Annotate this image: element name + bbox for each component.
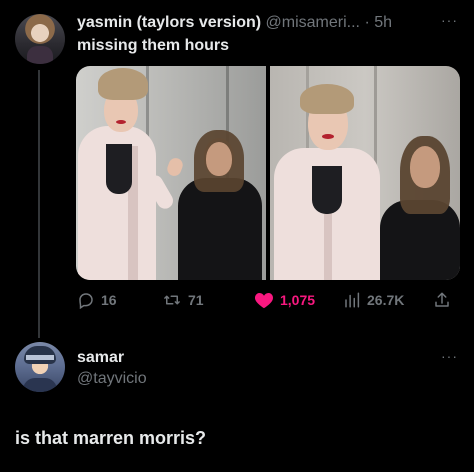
tweet-media[interactable]	[76, 66, 460, 280]
header-separator: ·	[364, 14, 370, 31]
reply-icon	[79, 293, 93, 309]
reply-author-display-name[interactable]: samar	[77, 348, 124, 368]
heart-icon	[254, 293, 274, 309]
retweet-button[interactable]: 71	[162, 290, 204, 310]
thread-connector-line	[38, 70, 40, 338]
views-count: 26.7K	[367, 292, 405, 308]
reply-button[interactable]: 16	[77, 290, 117, 310]
tweet-photo-1[interactable]	[76, 66, 266, 280]
like-count: 1,075	[280, 292, 316, 308]
views-icon	[345, 292, 360, 308]
reply-more-options-icon[interactable]: ···	[441, 348, 458, 364]
reply-text: is that marren morris?	[15, 428, 207, 448]
author-handle[interactable]: @misameri...	[266, 14, 360, 31]
more-options-icon[interactable]: ···	[441, 12, 458, 28]
like-button[interactable]: 1,075	[254, 290, 315, 310]
views-button[interactable]: 26.7K	[343, 290, 404, 310]
author-display-name[interactable]: yasmin (taylors version)	[77, 14, 261, 31]
author-avatar[interactable]	[15, 14, 65, 64]
reply-author-handle[interactable]: @tayvicio	[77, 369, 147, 389]
share-button[interactable]	[433, 290, 451, 310]
reply-count: 16	[101, 292, 117, 308]
reply-author-avatar[interactable]	[15, 342, 65, 392]
tweet-text: missing them hours	[77, 37, 230, 54]
retweet-icon	[164, 295, 180, 305]
share-icon	[435, 292, 449, 307]
tweet-header: yasmin (taylors version) @misameri... · …	[77, 13, 392, 33]
tweet-photo-2[interactable]	[270, 66, 460, 280]
tweet-timestamp[interactable]: 5h	[374, 14, 392, 31]
retweet-count: 71	[188, 292, 204, 308]
